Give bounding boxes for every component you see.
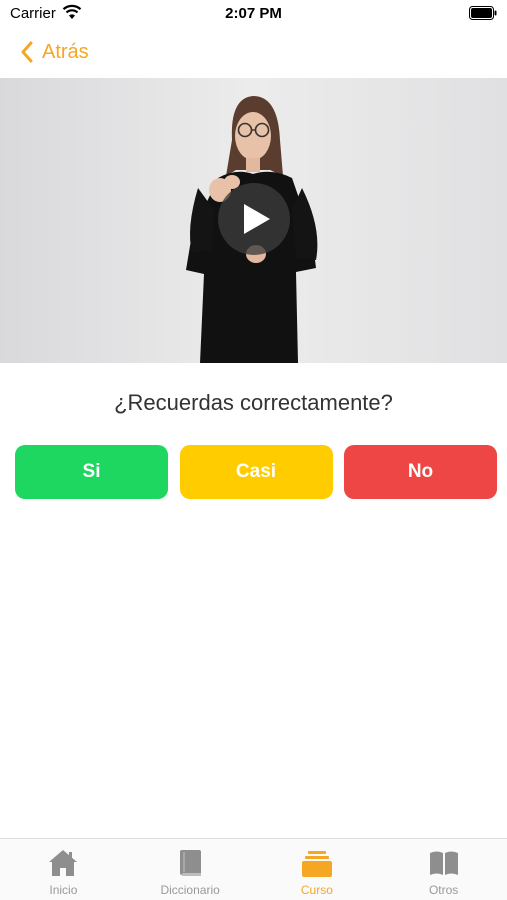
back-label: Atrás (42, 40, 89, 63)
battery-icon (469, 6, 497, 20)
tab-label: Diccionario (160, 883, 220, 897)
clock: 2:07 PM (225, 5, 282, 22)
answer-buttons: Si Casi No (15, 445, 497, 499)
question-text: ¿Recuerdas correctamente? (114, 390, 393, 415)
play-icon (244, 204, 270, 234)
tab-label: Curso (300, 883, 333, 897)
home-icon (49, 850, 78, 876)
tab-label: Otros (428, 883, 459, 897)
video-player[interactable] (0, 78, 507, 363)
tab-label: Inicio (49, 883, 78, 897)
answer-si-button[interactable]: Si (15, 445, 168, 499)
stack-icon (301, 851, 332, 877)
tab-inicio[interactable]: Inicio (0, 839, 127, 900)
status-bar: Carrier 2:07 PM (0, 0, 507, 28)
tab-bar: Inicio Diccionario Curso Otros (0, 838, 507, 900)
play-button[interactable] (218, 183, 290, 255)
tab-otros[interactable]: Otros (380, 839, 507, 900)
answer-casi-button[interactable]: Casi (179, 445, 333, 499)
back-button[interactable]: Atrás (20, 36, 89, 68)
answer-no-button[interactable]: No (344, 445, 497, 499)
tab-curso[interactable]: Curso (254, 839, 381, 900)
chevron-left-icon (21, 41, 33, 63)
tab-diccionario[interactable]: Diccionario (127, 839, 254, 900)
book-icon (180, 850, 202, 876)
open-book-icon (429, 851, 458, 875)
